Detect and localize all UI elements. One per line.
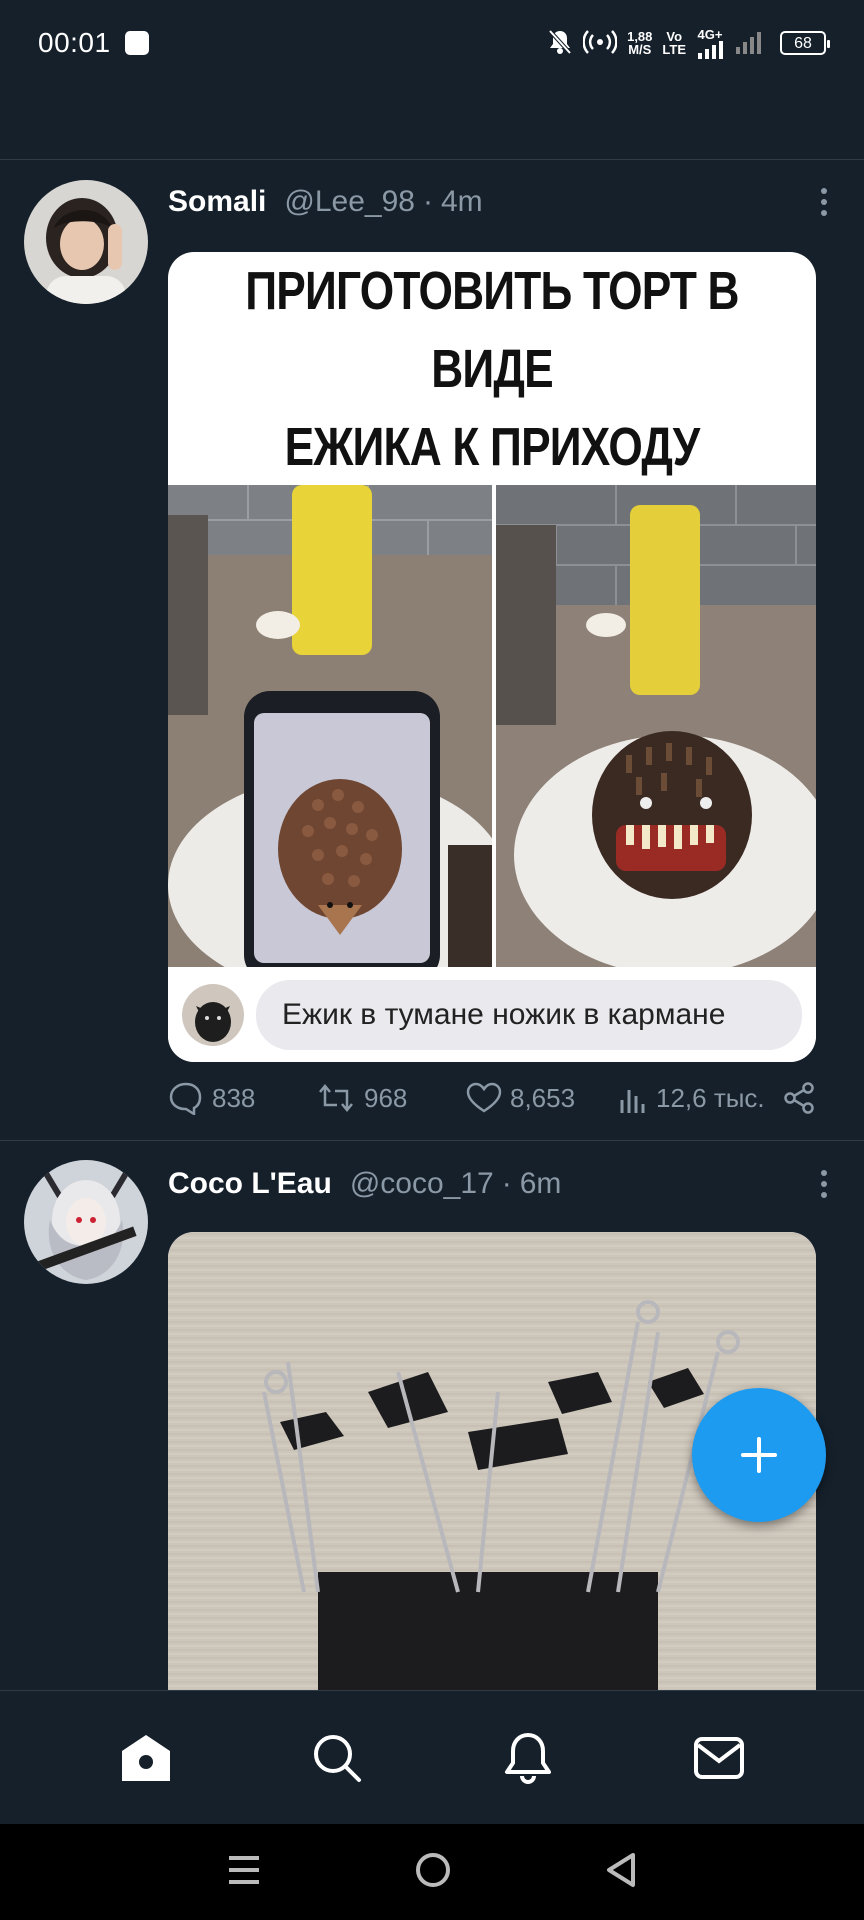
photo-expected-cake xyxy=(168,485,492,967)
home-circle-icon xyxy=(416,1852,450,1887)
nav-messages[interactable] xyxy=(684,1723,754,1793)
retweet-count: 968 xyxy=(364,1082,408,1113)
tweet[interactable]: Somali @Lee_98 · 4m «МЫ ПРОСТО ХОТЕЛИ ПР… xyxy=(0,160,864,1141)
like-button[interactable]: 8,653 xyxy=(466,1082,618,1114)
plus-icon xyxy=(741,1437,777,1473)
author-name[interactable]: Somali xyxy=(168,185,266,219)
status-icons: 1,88 M/S Vo LTE 4G+ 68 xyxy=(547,28,830,59)
recents-button[interactable] xyxy=(226,1853,262,1892)
separator: · xyxy=(501,1167,512,1200)
like-count: 8,653 xyxy=(510,1082,576,1113)
status-time: 00:01 xyxy=(38,27,111,58)
back-icon xyxy=(607,1852,635,1887)
more-icon[interactable] xyxy=(804,1164,844,1204)
reply-button[interactable]: 838 xyxy=(168,1081,316,1115)
author-handle[interactable]: @Lee_98 xyxy=(284,185,415,219)
network-type: 4G+ xyxy=(696,28,724,59)
like-icon xyxy=(466,1082,502,1113)
volte-indicator: Vo LTE xyxy=(662,30,686,56)
notifications-icon xyxy=(504,1732,551,1784)
meme-caption: «МЫ ПРОСТО ХОТЕЛИ ПРИГОТОВИТЬ ТОРТ В ВИД… xyxy=(245,260,739,555)
comment-bubble: Ежик в тумане ножик в кармане xyxy=(256,979,802,1050)
battery-level: 68 xyxy=(794,34,812,52)
tweet-header: Somali @Lee_98 · 4m xyxy=(168,180,844,224)
messages-icon xyxy=(693,1736,744,1779)
signal-icon xyxy=(698,40,723,59)
author-name[interactable]: Coco L'Eau xyxy=(168,1167,332,1201)
meme-comment: Ежик в тумане ножик в кармане xyxy=(168,967,816,1062)
avatar[interactable] xyxy=(24,180,148,304)
system-home-button[interactable] xyxy=(414,1851,452,1894)
meme-photos xyxy=(168,485,816,967)
author-handle[interactable]: @coco_17 xyxy=(350,1167,494,1201)
tweet-time: 4m xyxy=(440,185,483,218)
nav-search[interactable] xyxy=(302,1723,372,1793)
system-navigation xyxy=(0,1824,864,1920)
status-bar: 00:01 1,88 M/S Vo LTE 4G+ 68 xyxy=(0,0,864,86)
share-button[interactable] xyxy=(782,1081,816,1115)
reply-count: 838 xyxy=(212,1082,256,1113)
tweet-time: 6m xyxy=(519,1167,562,1200)
home-icon xyxy=(121,1734,170,1781)
retweet-icon xyxy=(319,1084,353,1112)
avatar[interactable] xyxy=(24,1160,148,1284)
separator: · xyxy=(422,185,433,218)
bottom-navigation xyxy=(0,1690,864,1824)
nav-home[interactable] xyxy=(111,1723,181,1793)
compose-button[interactable] xyxy=(692,1388,826,1522)
system-back-button[interactable] xyxy=(604,1851,638,1894)
reply-icon xyxy=(169,1082,202,1115)
network-label: 4G+ xyxy=(697,26,723,42)
signal-2-icon xyxy=(734,30,764,56)
views-count: 12,6 тыс. xyxy=(656,1082,765,1113)
comment-avatar xyxy=(182,983,244,1046)
tweet-header: Coco L'Eau @coco_17 · 6m xyxy=(168,1162,844,1206)
recents-icon xyxy=(229,1855,259,1884)
mute-bell-icon xyxy=(547,28,573,58)
views-icon xyxy=(620,1090,645,1113)
search-icon xyxy=(313,1734,361,1782)
header-spacer xyxy=(0,86,864,160)
views-button[interactable]: 12,6 тыс. xyxy=(618,1082,778,1114)
retweet-button[interactable]: 968 xyxy=(316,1082,466,1114)
tweet-actions: 838 968 8,653 12,6 тыс. xyxy=(168,1077,816,1119)
more-icon[interactable] xyxy=(804,182,844,222)
network-speed: 1,88 M/S xyxy=(627,30,652,56)
share-icon xyxy=(784,1082,814,1114)
notification-indicator-icon xyxy=(124,31,149,55)
speed-unit: M/S xyxy=(628,42,652,57)
nav-notifications[interactable] xyxy=(493,1723,563,1793)
tweet-media[interactable]: «МЫ ПРОСТО ХОТЕЛИ ПРИГОТОВИТЬ ТОРТ В ВИД… xyxy=(168,252,816,1062)
volte-bottom: LTE xyxy=(662,42,686,57)
hotspot-icon xyxy=(582,28,618,58)
battery-icon: 68 xyxy=(780,31,830,55)
photo-actual-cake xyxy=(492,485,816,967)
